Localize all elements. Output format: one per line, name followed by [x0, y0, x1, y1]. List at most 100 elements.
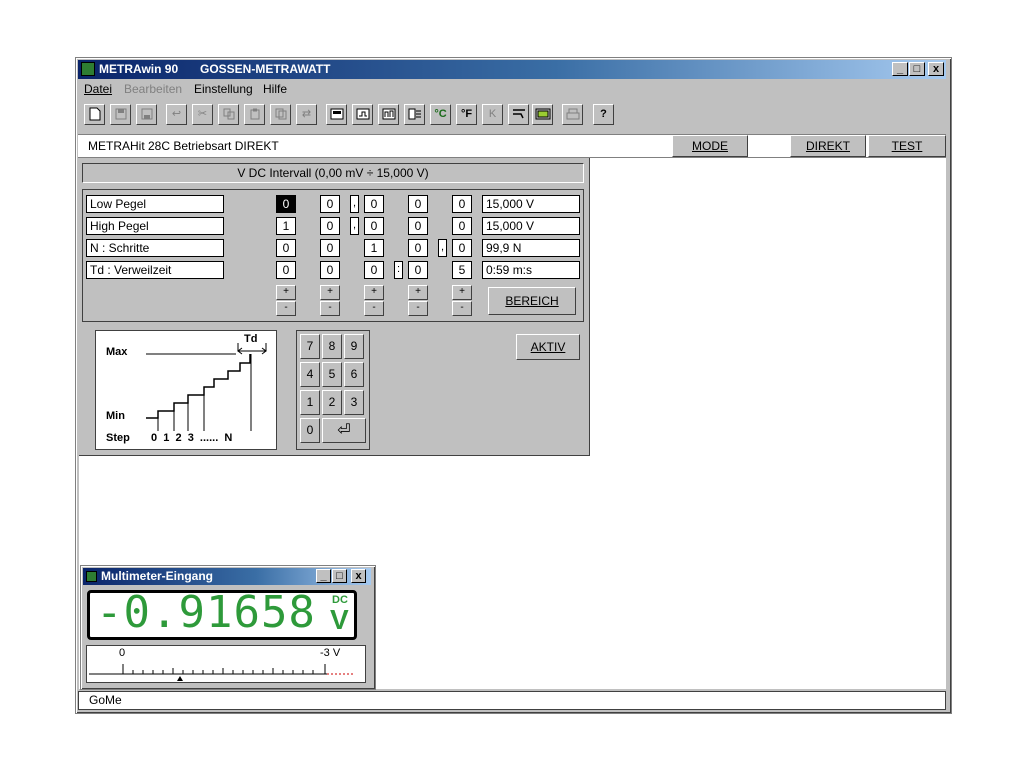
multimeter-title: Multimeter-Eingang: [101, 569, 214, 583]
increment-button-4[interactable]: +: [408, 285, 428, 300]
key-6[interactable]: 6: [344, 362, 364, 387]
key-2[interactable]: 2: [322, 390, 342, 415]
key-7[interactable]: 7: [300, 334, 320, 359]
scale-pointer: [177, 676, 183, 681]
multimeter-maximize-button[interactable]: □: [332, 569, 347, 583]
dwell-digit-2[interactable]: 0: [320, 261, 340, 279]
diagram-min-label: Min: [106, 410, 125, 422]
app-icon[interactable]: [81, 62, 95, 76]
high-digit-2[interactable]: 0: [320, 217, 340, 235]
dwell-separator: :: [394, 261, 403, 279]
menu-bearbeiten[interactable]: Bearbeiten: [124, 82, 182, 96]
fahrenheit-icon[interactable]: °F: [456, 104, 477, 125]
row-label-low-pegel: Low Pegel: [86, 195, 224, 213]
status-text: GoMe: [89, 693, 122, 707]
key-4[interactable]: 4: [300, 362, 320, 387]
row-label-verweilzeit: Td : Verweilzeit: [86, 261, 224, 279]
close-button[interactable]: x: [928, 62, 944, 76]
undo-icon[interactable]: ↩: [166, 104, 187, 125]
direkt-button[interactable]: DIREKT: [790, 135, 866, 157]
high-digit-4[interactable]: 0: [408, 217, 428, 235]
dwell-digit-1[interactable]: 0: [276, 261, 296, 279]
key-5[interactable]: 5: [322, 362, 342, 387]
save-as-icon[interactable]: [136, 104, 157, 125]
maximize-button[interactable]: □: [909, 62, 925, 76]
high-separator-1: ,: [350, 217, 359, 235]
diagram-td-label: Td: [244, 333, 258, 345]
save-icon[interactable]: [110, 104, 131, 125]
row-label-high-pegel: High Pegel: [86, 217, 224, 235]
increment-button-1[interactable]: +: [276, 285, 296, 300]
steps-value: 99,9 N: [482, 239, 580, 257]
key-3[interactable]: 3: [344, 390, 364, 415]
interval-title: V DC Intervall (0,00 mV ÷ 15,000 V): [82, 163, 584, 183]
minimize-button[interactable]: _: [892, 62, 908, 76]
low-value: 15,000 V: [482, 195, 580, 213]
diagram-step-label: Step: [106, 432, 130, 444]
bereich-button[interactable]: BEREICH: [488, 287, 576, 315]
decrement-button-1[interactable]: -: [276, 301, 296, 316]
high-digit-1[interactable]: 1: [276, 217, 296, 235]
scale-min-label: 0: [119, 647, 126, 659]
key-0[interactable]: 0: [300, 418, 320, 443]
decrement-button-2[interactable]: -: [320, 301, 340, 316]
decrement-button-5[interactable]: -: [452, 301, 472, 316]
cut-icon[interactable]: ✂: [192, 104, 213, 125]
dwell-digit-4[interactable]: 0: [408, 261, 428, 279]
paste-icon[interactable]: [244, 104, 265, 125]
window-title-app: METRAwin 90: [99, 62, 179, 76]
help-icon[interactable]: ?: [593, 104, 614, 125]
enter-key-icon[interactable]: ⏎: [322, 418, 366, 443]
decrement-button-4[interactable]: -: [408, 301, 428, 316]
kelvin-icon[interactable]: K: [482, 104, 503, 125]
multimeter-close-button[interactable]: x: [351, 569, 366, 583]
dwell-digit-3[interactable]: 0: [364, 261, 384, 279]
copy-icon[interactable]: [218, 104, 239, 125]
device-settings-icon[interactable]: [404, 104, 425, 125]
calibrator-icon[interactable]: [532, 104, 553, 125]
low-separator-1: ,: [350, 195, 359, 213]
key-9[interactable]: 9: [344, 334, 364, 359]
menu-hilfe[interactable]: Hilfe: [263, 82, 287, 96]
signal-icon[interactable]: [508, 104, 529, 125]
menu-einstellung[interactable]: Einstellung: [194, 82, 253, 96]
low-digit-1[interactable]: 0: [276, 195, 296, 213]
key-1[interactable]: 1: [300, 390, 320, 415]
graph-icon[interactable]: [378, 104, 399, 125]
decrement-button-3[interactable]: -: [364, 301, 384, 316]
new-file-icon[interactable]: [84, 104, 105, 125]
aktiv-button[interactable]: AKTIV: [516, 334, 580, 360]
steps-digit-3[interactable]: 1: [364, 239, 384, 257]
multimeter-unit: V: [330, 604, 349, 635]
menu-datei[interactable]: Datei: [84, 82, 112, 96]
steps-separator: ,: [438, 239, 447, 257]
mode-button[interactable]: MODE: [672, 135, 748, 157]
multimeter-reading: -0.91658: [96, 587, 316, 638]
diagram-max-label: Max: [106, 346, 128, 358]
dwell-digit-5[interactable]: 5: [452, 261, 472, 279]
low-digit-2[interactable]: 0: [320, 195, 340, 213]
increment-button-5[interactable]: +: [452, 285, 472, 300]
high-digit-3[interactable]: 0: [364, 217, 384, 235]
multimeter-minimize-button[interactable]: _: [316, 569, 331, 583]
duplicate-icon[interactable]: [270, 104, 291, 125]
measure-display-icon[interactable]: [326, 104, 347, 125]
record-icon[interactable]: [352, 104, 373, 125]
low-digit-4[interactable]: 0: [408, 195, 428, 213]
multimeter-app-icon[interactable]: [86, 571, 97, 582]
increment-button-3[interactable]: +: [364, 285, 384, 300]
steps-digit-1[interactable]: 0: [276, 239, 296, 257]
test-button[interactable]: TEST: [868, 135, 946, 157]
steps-digit-5[interactable]: 0: [452, 239, 472, 257]
low-digit-5[interactable]: 0: [452, 195, 472, 213]
steps-digit-2[interactable]: 0: [320, 239, 340, 257]
high-digit-5[interactable]: 0: [452, 217, 472, 235]
key-8[interactable]: 8: [322, 334, 342, 359]
low-digit-3[interactable]: 0: [364, 195, 384, 213]
increment-button-2[interactable]: +: [320, 285, 340, 300]
celsius-icon[interactable]: °C: [430, 104, 451, 125]
diagram-step-numbers: 0 1 2 3 ...... N: [151, 432, 233, 444]
print-icon[interactable]: [562, 104, 583, 125]
transfer-icon[interactable]: ⇄: [296, 104, 317, 125]
steps-digit-4[interactable]: 0: [408, 239, 428, 257]
